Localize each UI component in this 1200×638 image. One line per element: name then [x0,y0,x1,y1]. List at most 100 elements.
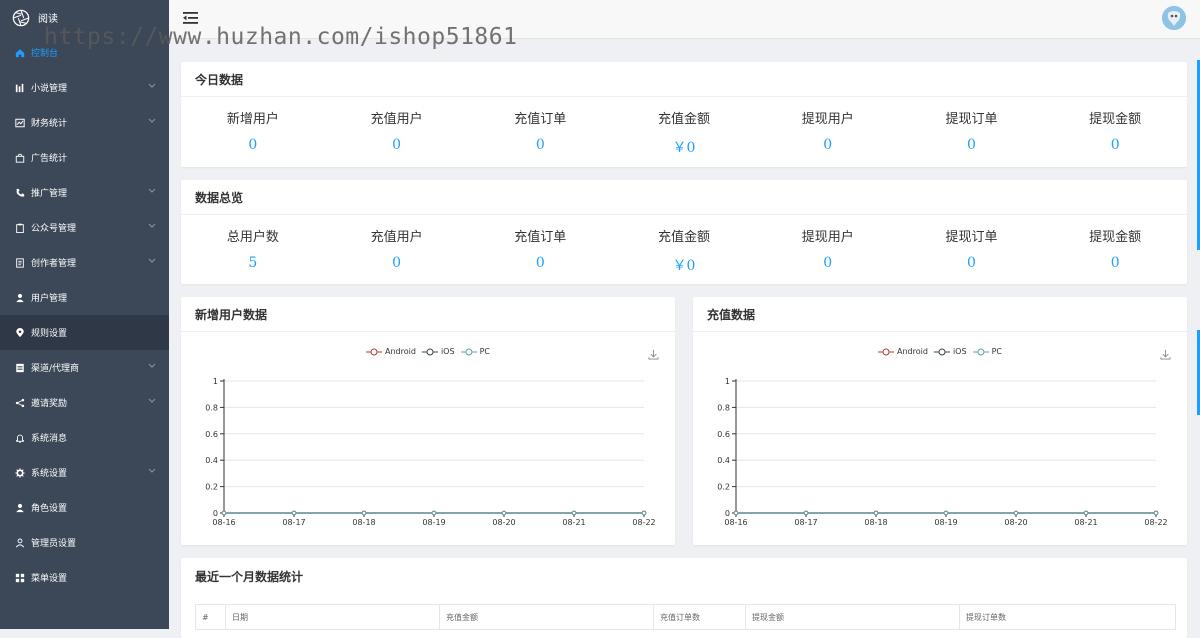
sidebar-item-3[interactable]: 广告统计 [0,140,169,175]
table-header-cell[interactable]: # [196,605,226,629]
data-point [943,510,949,516]
user-icon [16,293,24,302]
stat-label: 提现金额 [1089,112,1142,127]
stat-value: 5 [248,255,258,271]
stat-label: 提现订单 [945,230,998,245]
sidebar-item-1[interactable]: 小说管理 [0,70,169,105]
table-header-cell[interactable]: 提现金额 [746,605,960,629]
sidebar-item-2[interactable]: 财务统计 [0,105,169,140]
stat-1: 充值用户 0 [325,97,469,157]
recharge-chart-panel: 充值数据 Android iOS PC 0 0.2 0.4 0.6 0.8 1 08-16 08-… [693,297,1187,545]
y-tick-label: 1 [213,377,218,386]
chevron-down-icon [148,468,156,473]
data-point [803,510,809,516]
y-tick-label: 0.2 [205,483,218,492]
stat-value: 0 [966,137,976,153]
phone-icon [16,188,25,197]
table-header-cell[interactable]: 日期 [226,605,440,629]
table-header-cell[interactable]: 充值金额 [440,605,654,629]
table-header-cell[interactable]: 充值订单数 [654,605,746,629]
gear-icon [15,467,25,478]
data-point [361,510,367,516]
x-tick-label: 08-17 [282,518,305,527]
watermark-text: https://www.huzhan.com/ishop51861 [44,24,518,50]
data-point [1083,510,1089,516]
data-point [501,510,507,516]
stat-3: 充值金额 ￥0 [612,97,756,157]
y-tick-label: 1 [725,377,730,386]
stat-label: 提现金额 [1089,230,1142,245]
sidebar-item-8[interactable]: 规则设置 [0,315,169,350]
data-point [733,510,739,516]
x-tick-label: 08-21 [1074,518,1097,527]
x-tick-label: 08-17 [794,518,817,527]
data-point [1153,510,1159,516]
chevron-down-icon [148,223,156,228]
sidebar-item-9[interactable]: 渠道/代理商 [0,350,169,385]
sidebar: 阅读 控制台 小说管理 财务统计 广告统计 推广管理 公众号管理 创作者管理 用户管理 规则设置… [0,0,169,629]
today-data-panel: 今日数据 新增用户 0 充值用户 0 充值订单 0 充值金额 ￥0 提现用户 0 提现订单 0 提现金额… [181,62,1187,167]
table-header-cell[interactable]: 提现订单数 [960,605,1174,629]
sidebar-item-label: 创作者管理 [31,259,77,269]
menu-toggle-icon[interactable] [183,11,199,25]
sidebar-item-label: 公众号管理 [31,224,77,234]
y-tick-label: 0.8 [205,403,218,412]
stat-label: 充值订单 [514,112,567,127]
y-tick-label: 0.4 [205,456,218,465]
y-tick-label: 0 [213,509,218,518]
stat-0: 新增用户 0 [181,97,325,157]
avatar[interactable] [1162,6,1186,30]
sidebar-item-label: 菜单设置 [31,574,68,584]
x-tick-label: 08-19 [934,518,957,527]
clipboard-icon [16,223,24,233]
x-tick-label: 08-19 [422,518,445,527]
brand-name: 阅读 [38,14,58,25]
sidebar-item-10[interactable]: 邀请奖励 [0,385,169,420]
sidebar-item-label: 规则设置 [31,329,68,339]
stat-label: 提现订单 [945,112,998,127]
stat-label: 提现用户 [801,230,854,245]
monthly-table-header: # 日期 充值金额 充值订单数 提现金额 提现订单数 [195,604,1176,630]
sidebar-item-12[interactable]: 系统设置 [0,455,169,490]
y-tick-label: 0.8 [717,403,730,412]
stat-5: 提现订单 0 [900,97,1044,157]
sidebar-item-label: 渠道/代理商 [31,364,80,374]
bar-chart-icon [15,83,24,92]
location-icon [16,327,24,337]
sidebar-item-15[interactable]: 菜单设置 [0,560,169,595]
stat-label: 充值金额 [658,230,711,245]
stat-value: 0 [966,255,976,271]
chevron-down-icon [148,398,156,403]
data-point [291,510,297,516]
stat-value: 0 [1110,137,1120,153]
stat-3: 充值金额 ￥0 [612,215,756,275]
data-point [1013,510,1019,516]
stat-value: ￥0 [672,258,696,274]
sidebar-item-11[interactable]: 系统消息 [0,420,169,455]
x-tick-label: 08-21 [562,518,585,527]
x-tick-label: 08-16 [724,518,747,527]
stat-value: 0 [248,137,258,153]
y-tick-label: 0.6 [717,430,730,439]
stat-label: 充值用户 [370,230,423,245]
sidebar-item-7[interactable]: 用户管理 [0,280,169,315]
x-tick-label: 08-18 [352,518,375,527]
aperture-logo-icon [12,9,30,26]
user-outline-icon [15,538,25,547]
sidebar-item-5[interactable]: 公众号管理 [0,210,169,245]
sidebar-item-13[interactable]: 角色设置 [0,490,169,525]
sidebar-item-label: 用户管理 [31,294,68,304]
sidebar-item-4[interactable]: 推广管理 [0,175,169,210]
stat-2: 充值订单 0 [468,215,612,275]
new-user-line-chart: 0 0.2 0.4 0.6 0.8 1 08-16 08-17 08-18 08-19 08-20 0… [205,377,655,527]
x-tick-label: 08-18 [864,518,887,527]
avatar-image-icon [1162,6,1186,30]
sidebar-item-label: 小说管理 [31,84,68,94]
stat-5: 提现订单 0 [900,215,1044,275]
sidebar-item-6[interactable]: 创作者管理 [0,245,169,280]
sidebar-item-14[interactable]: 管理员设置 [0,525,169,560]
sidebar-item-label: 广告统计 [31,154,68,164]
stat-value: 0 [535,255,545,271]
y-tick-label: 0.4 [717,456,730,465]
stat-1: 充值用户 0 [325,215,469,275]
